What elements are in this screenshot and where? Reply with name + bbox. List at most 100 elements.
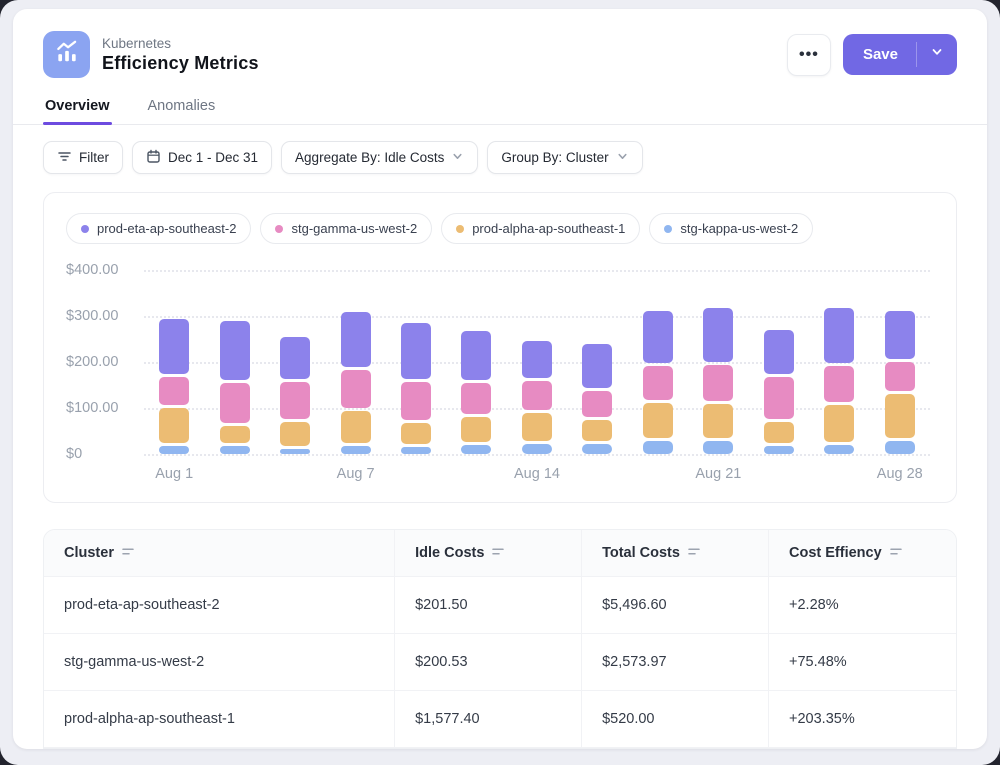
- column-header-cost-effiency[interactable]: Cost Effiency: [769, 530, 956, 576]
- filter-button[interactable]: Filter: [43, 141, 123, 174]
- date-range-label: Dec 1 - Dec 31: [168, 150, 258, 165]
- app-tile: [43, 31, 90, 78]
- bar-segment: [159, 377, 189, 406]
- bar-segment: [341, 370, 371, 408]
- bar-segment: [643, 441, 673, 454]
- bar-segment: [341, 411, 371, 443]
- bar-segment: [159, 319, 189, 374]
- save-split-button: Save: [843, 34, 957, 75]
- page-title: Efficiency Metrics: [102, 53, 259, 74]
- total-costs-cell: $5,496.60: [582, 577, 769, 633]
- table-row[interactable]: prod-alpha-ap-southeast-1$1,577.40$520.0…: [44, 691, 956, 748]
- cost-efficiency-cell: +75.48%: [769, 634, 956, 690]
- cluster-cell: stg-gamma-us-west-2: [44, 634, 395, 690]
- bar-segment: [824, 405, 854, 442]
- legend-pill[interactable]: stg-gamma-us-west-2: [260, 213, 432, 244]
- legend-dot: [275, 225, 283, 233]
- stacked-bar: [885, 311, 915, 454]
- bar-segment: [703, 404, 733, 438]
- column-header-label: Idle Costs: [415, 545, 484, 561]
- bar-segment: [220, 321, 250, 379]
- ellipsis-icon: •••: [799, 46, 819, 64]
- bar-segment: [220, 446, 250, 454]
- clusters-table: Cluster Idle Costs Total CostsCost Effienc…: [43, 529, 957, 749]
- bar-segment: [885, 394, 915, 437]
- chevron-down-icon: [930, 45, 944, 64]
- bar-segment: [461, 331, 491, 380]
- bar-segment: [522, 341, 552, 378]
- legend-label: prod-alpha-ap-southeast-1: [472, 221, 625, 236]
- bar-segment: [220, 426, 250, 443]
- bar-segment: [764, 446, 794, 454]
- save-dropdown-button[interactable]: [917, 34, 957, 75]
- bar-segment: [461, 383, 491, 415]
- y-axis-label: $100.00: [66, 400, 118, 416]
- sort-icon: [492, 545, 505, 561]
- filter-lines-icon: [57, 149, 72, 167]
- column-header-cluster[interactable]: Cluster: [44, 530, 395, 576]
- cost-efficiency-cell: +203.35%: [769, 691, 956, 747]
- more-options-button[interactable]: •••: [787, 34, 831, 76]
- column-header-label: Cluster: [64, 545, 114, 561]
- stacked-bar: [522, 341, 552, 454]
- bars-area: [144, 270, 930, 454]
- cost-efficiency-cell: +2.28%: [769, 577, 956, 633]
- bar-segment: [522, 381, 552, 410]
- y-axis-label: $200.00: [66, 354, 118, 370]
- tab-overview[interactable]: Overview: [43, 92, 112, 124]
- bar-segment: [401, 382, 431, 420]
- legend-dot: [81, 225, 89, 233]
- aggregate-by-dropdown[interactable]: Aggregate By: Idle Costs: [281, 141, 478, 174]
- bar-segment: [401, 447, 431, 454]
- bar-segment: [582, 444, 612, 454]
- bar-segment: [280, 449, 310, 454]
- stacked-bar: [703, 308, 733, 454]
- x-axis-label: Aug 1: [155, 466, 193, 482]
- table-row[interactable]: stg-gamma-us-west-2$200.53$2,573.97+75.4…: [44, 634, 956, 691]
- column-header-total-costs[interactable]: Total Costs: [582, 530, 769, 576]
- y-axis-label: $400.00: [66, 262, 118, 278]
- stacked-bar: [461, 331, 491, 454]
- bar-segment: [643, 403, 673, 438]
- bar-segment: [159, 408, 189, 443]
- legend-pill[interactable]: prod-alpha-ap-southeast-1: [441, 213, 640, 244]
- bar-segment: [280, 422, 310, 446]
- dashboard-card: Kubernetes Efficiency Metrics ••• Save O…: [13, 9, 987, 749]
- cluster-cell: prod-alpha-ap-southeast-1: [44, 691, 395, 747]
- total-costs-cell: $2,573.97: [582, 634, 769, 690]
- table-row[interactable]: prod-eta-ap-southeast-2$201.50$5,496.60+…: [44, 577, 956, 634]
- bar-segment: [341, 312, 371, 367]
- stacked-bar-chart: $400.00$300.00$200.00$100.00$0Aug 1Aug 7…: [66, 270, 934, 488]
- chart-legend: prod-eta-ap-southeast-2 stg-gamma-us-west…: [66, 213, 934, 244]
- bar-segment: [522, 413, 552, 440]
- legend-pill[interactable]: stg-kappa-us-west-2: [649, 213, 813, 244]
- calendar-icon: [146, 149, 161, 167]
- stacked-bar: [280, 337, 310, 454]
- cluster-cell: prod-eta-ap-southeast-2: [44, 577, 395, 633]
- idle-costs-cell: $200.53: [395, 634, 582, 690]
- stacked-bar: [401, 323, 431, 454]
- x-axis-label: Aug 14: [514, 466, 560, 482]
- bar-segment: [159, 446, 189, 454]
- filter-button-label: Filter: [79, 150, 109, 165]
- y-axis-label: $300.00: [66, 308, 118, 324]
- tab-anomalies[interactable]: Anomalies: [146, 92, 218, 124]
- column-header-idle-costs[interactable]: Idle Costs: [395, 530, 582, 576]
- y-axis-label: $0: [66, 446, 82, 462]
- save-button[interactable]: Save: [843, 34, 916, 75]
- legend-pill[interactable]: prod-eta-ap-southeast-2: [66, 213, 251, 244]
- tab-bar: Overview Anomalies: [13, 92, 987, 125]
- chevron-down-icon: [616, 150, 629, 166]
- stacked-bar: [582, 344, 612, 454]
- bar-segment: [824, 308, 854, 363]
- stacked-bar: [220, 321, 250, 454]
- app-subtitle: Kubernetes: [102, 36, 259, 51]
- x-axis-label: Aug 21: [695, 466, 741, 482]
- chevron-down-icon: [451, 150, 464, 166]
- date-range-button[interactable]: Dec 1 - Dec 31: [132, 141, 272, 174]
- header: Kubernetes Efficiency Metrics ••• Save: [43, 31, 957, 78]
- group-by-dropdown[interactable]: Group By: Cluster: [487, 141, 642, 174]
- bar-segment: [401, 423, 431, 444]
- bar-segment: [582, 344, 612, 388]
- bar-segment: [280, 337, 310, 379]
